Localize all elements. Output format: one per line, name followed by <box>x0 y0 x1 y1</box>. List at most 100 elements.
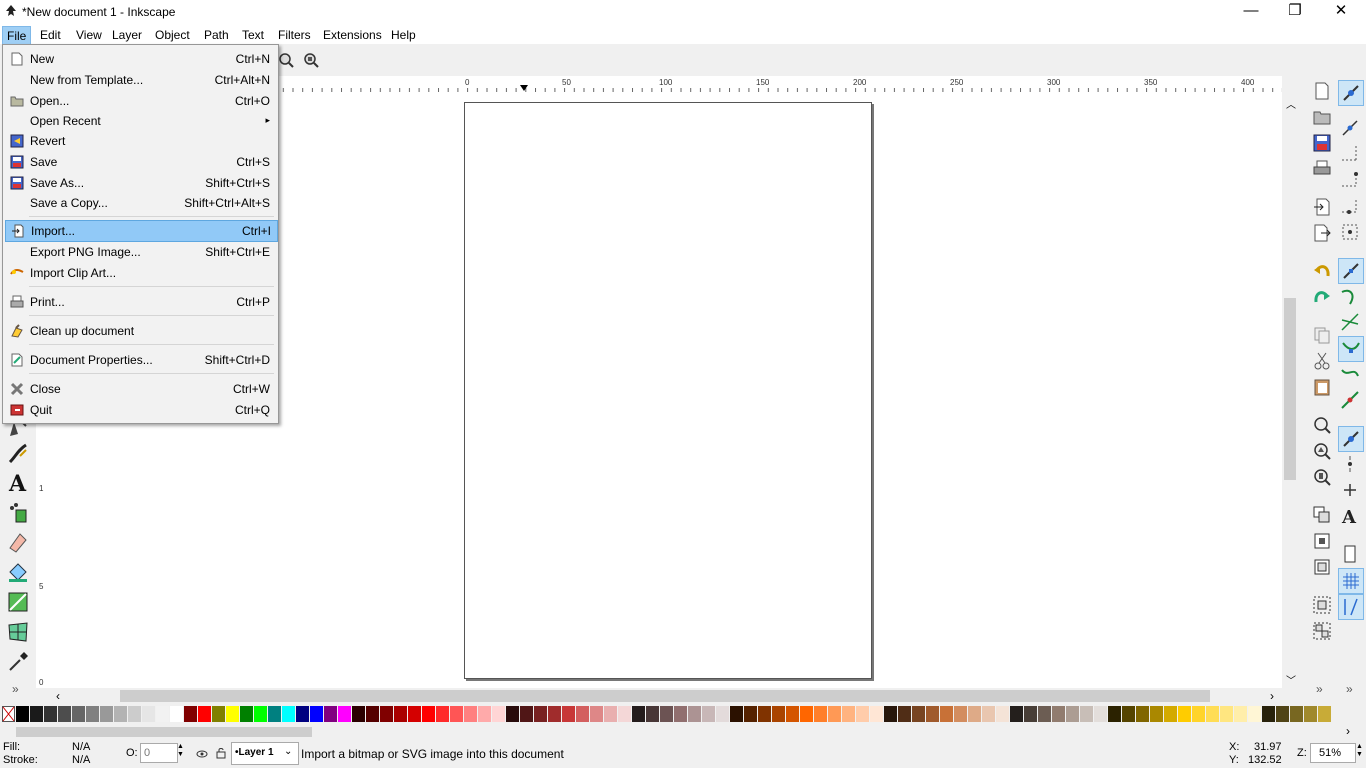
commands-overflow-icon[interactable]: » <box>1316 682 1323 696</box>
snap-bbox-icon[interactable] <box>1338 116 1362 140</box>
color-swatch[interactable] <box>674 706 687 722</box>
color-swatch[interactable] <box>786 706 799 722</box>
color-swatch[interactable] <box>450 706 463 722</box>
print-icon[interactable] <box>1313 160 1331 178</box>
color-swatch[interactable] <box>982 706 995 722</box>
menu-item-quit[interactable]: Quit Ctrl+Q <box>5 400 276 420</box>
color-swatch[interactable] <box>254 706 267 722</box>
menu-path[interactable]: Path <box>200 26 233 44</box>
color-swatch[interactable] <box>324 706 337 722</box>
text-tool-icon[interactable]: A <box>6 470 30 494</box>
color-swatch[interactable] <box>1248 706 1261 722</box>
menu-extensions[interactable]: Extensions <box>319 26 386 44</box>
color-swatch[interactable] <box>576 706 589 722</box>
color-swatch[interactable] <box>828 706 841 722</box>
menu-item-document-properties[interactable]: Document Properties... Shift+Ctrl+D <box>5 350 276 370</box>
color-swatch[interactable] <box>884 706 897 722</box>
snap-line-midpoints-icon[interactable] <box>1338 388 1362 412</box>
copy-icon[interactable] <box>1313 326 1331 344</box>
color-swatch[interactable] <box>1290 706 1303 722</box>
palette-scrollbar[interactable]: › <box>0 724 1366 740</box>
palette-scroll-thumb[interactable] <box>16 727 312 737</box>
snap-guide-icon[interactable] <box>1338 594 1364 620</box>
menu-edit[interactable]: Edit <box>36 26 65 44</box>
color-swatch[interactable] <box>1234 706 1247 722</box>
color-swatch[interactable] <box>744 706 757 722</box>
vertical-scroll-thumb[interactable] <box>1284 298 1296 480</box>
snap-enable-icon[interactable] <box>1338 80 1364 106</box>
menu-item-open[interactable]: Open... Ctrl+O <box>5 91 276 111</box>
dropper-tool-icon[interactable] <box>6 650 30 674</box>
color-swatch[interactable] <box>394 706 407 722</box>
menu-help[interactable]: Help <box>387 26 420 44</box>
menu-filters[interactable]: Filters <box>274 26 315 44</box>
color-swatch[interactable] <box>310 706 323 722</box>
menu-item-import[interactable]: Import... Ctrl+I <box>5 220 278 242</box>
menu-item-save[interactable]: Save Ctrl+S <box>5 152 276 172</box>
color-swatch[interactable] <box>30 706 43 722</box>
no-paint-swatch-icon[interactable] <box>2 706 15 722</box>
close-window-button[interactable]: ✕ <box>1318 0 1364 24</box>
zoom-spin-icon[interactable]: ▲ ▼ <box>1356 743 1363 759</box>
color-swatch[interactable] <box>1010 706 1023 722</box>
layer-visibility-icon[interactable] <box>196 748 208 760</box>
snap-intersection-icon[interactable] <box>1338 310 1362 334</box>
fill-value[interactable]: N/A <box>72 741 90 753</box>
color-swatch[interactable] <box>1318 706 1331 722</box>
duplicate-icon[interactable] <box>1313 506 1331 524</box>
snap-smooth-nodes-icon[interactable] <box>1338 362 1362 386</box>
scroll-down-icon[interactable]: ﹀ <box>1286 672 1296 687</box>
color-swatch[interactable] <box>338 706 351 722</box>
color-swatch[interactable] <box>268 706 281 722</box>
color-swatch[interactable] <box>506 706 519 722</box>
menu-item-print[interactable]: Print... Ctrl+P <box>5 292 276 312</box>
color-swatch[interactable] <box>86 706 99 722</box>
color-swatch[interactable] <box>478 706 491 722</box>
color-swatch[interactable] <box>198 706 211 722</box>
snap-text-baseline-icon[interactable]: A <box>1338 504 1362 528</box>
color-swatch[interactable] <box>464 706 477 722</box>
color-swatch[interactable] <box>646 706 659 722</box>
color-swatch[interactable] <box>590 706 603 722</box>
color-swatch[interactable] <box>968 706 981 722</box>
menu-item-export-png[interactable]: Export PNG Image... Shift+Ctrl+E <box>5 242 276 262</box>
snap-bbox-edge-icon[interactable] <box>1338 142 1362 166</box>
color-swatch[interactable] <box>716 706 729 722</box>
eraser-tool-icon[interactable] <box>6 530 30 554</box>
color-swatch[interactable] <box>1094 706 1107 722</box>
menu-item-revert[interactable]: Revert <box>5 131 276 151</box>
ungroup-icon[interactable] <box>1313 622 1331 640</box>
color-swatch[interactable] <box>688 706 701 722</box>
color-swatch[interactable] <box>226 706 239 722</box>
color-swatch[interactable] <box>534 706 547 722</box>
color-swatch[interactable] <box>730 706 743 722</box>
layer-lock-icon[interactable] <box>216 747 226 759</box>
color-swatch[interactable] <box>72 706 85 722</box>
color-swatch[interactable] <box>632 706 645 722</box>
scroll-up-icon[interactable]: ︿ <box>1286 96 1296 111</box>
zoom-drawing-icon[interactable] <box>1313 442 1331 460</box>
color-swatch[interactable] <box>1262 706 1275 722</box>
redo-icon[interactable] <box>1313 288 1331 306</box>
menu-item-new-from-template[interactable]: New from Template... Ctrl+Alt+N <box>5 70 276 90</box>
color-swatch[interactable] <box>1220 706 1233 722</box>
scroll-right-icon[interactable]: › <box>1270 689 1274 703</box>
toolbox-overflow-icon[interactable]: » <box>12 682 19 696</box>
color-swatch[interactable] <box>170 706 183 722</box>
menu-item-open-recent[interactable]: Open Recent ▸ <box>5 111 276 131</box>
zoom-page-icon[interactable] <box>1313 468 1331 486</box>
paste-icon[interactable] <box>1313 378 1331 396</box>
vertical-scrollbar[interactable]: ︿ ﹀ <box>1282 92 1298 688</box>
snap-others-icon[interactable] <box>1338 426 1364 452</box>
snap-cusp-nodes-icon[interactable] <box>1338 336 1364 362</box>
menu-text[interactable]: Text <box>238 26 268 44</box>
opacity-spin-icon[interactable]: ▲ ▼ <box>177 743 184 759</box>
color-swatch[interactable] <box>492 706 505 722</box>
color-swatch[interactable] <box>100 706 113 722</box>
zoom-field[interactable]: 51% <box>1310 743 1356 763</box>
snap-nodes-icon[interactable] <box>1338 258 1364 284</box>
color-swatch[interactable] <box>954 706 967 722</box>
scroll-left-icon[interactable]: ‹ <box>56 689 60 703</box>
document-page[interactable] <box>464 102 872 679</box>
color-swatch[interactable] <box>842 706 855 722</box>
